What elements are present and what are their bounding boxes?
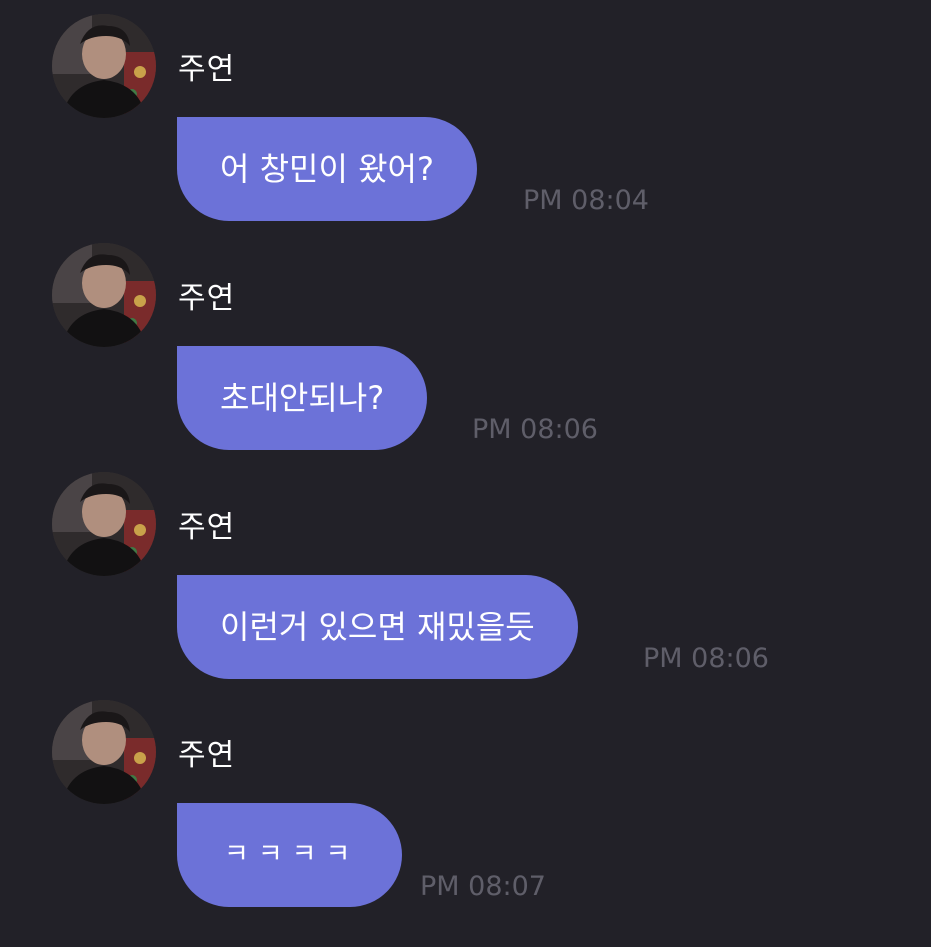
message-bubble[interactable]: 초대안되나? [177, 346, 428, 450]
sender-name: 주연 [178, 281, 236, 316]
chat-message-list: 주연 어 창민이 왔어? PM 08:04 주연 초대안되나? PM 08:06 [0, 0, 931, 947]
sender-avatar[interactable] [52, 14, 156, 118]
chat-message: 주연 이런거 있으면 재밌을듯 PM 08:06 [0, 458, 931, 686]
profile-photo-icon [52, 14, 156, 118]
message-bubble[interactable]: 어 창민이 왔어? [177, 117, 477, 221]
sender-avatar[interactable] [52, 243, 156, 347]
message-timestamp: PM 08:04 [523, 185, 649, 216]
chat-message: 주연 초대안되나? PM 08:06 [0, 229, 931, 457]
profile-photo-icon [52, 700, 156, 804]
chat-message: 주연 어 창민이 왔어? PM 08:04 [0, 0, 931, 228]
sender-name: 주연 [178, 510, 236, 545]
profile-photo-icon [52, 243, 156, 347]
sender-avatar[interactable] [52, 472, 156, 576]
sender-name: 주연 [178, 738, 236, 773]
message-bubble[interactable]: ㅋㅋㅋㅋ [177, 803, 403, 907]
message-bubble[interactable]: 이런거 있으면 재밌을듯 [177, 575, 578, 679]
message-timestamp: PM 08:06 [643, 643, 769, 674]
profile-photo-icon [52, 472, 156, 576]
message-timestamp: PM 08:06 [472, 414, 598, 445]
sender-avatar[interactable] [52, 700, 156, 804]
message-timestamp: PM 08:07 [420, 871, 546, 902]
chat-message: 주연 ㅋㅋㅋㅋ PM 08:07 [0, 686, 931, 914]
sender-name: 주연 [178, 52, 236, 87]
